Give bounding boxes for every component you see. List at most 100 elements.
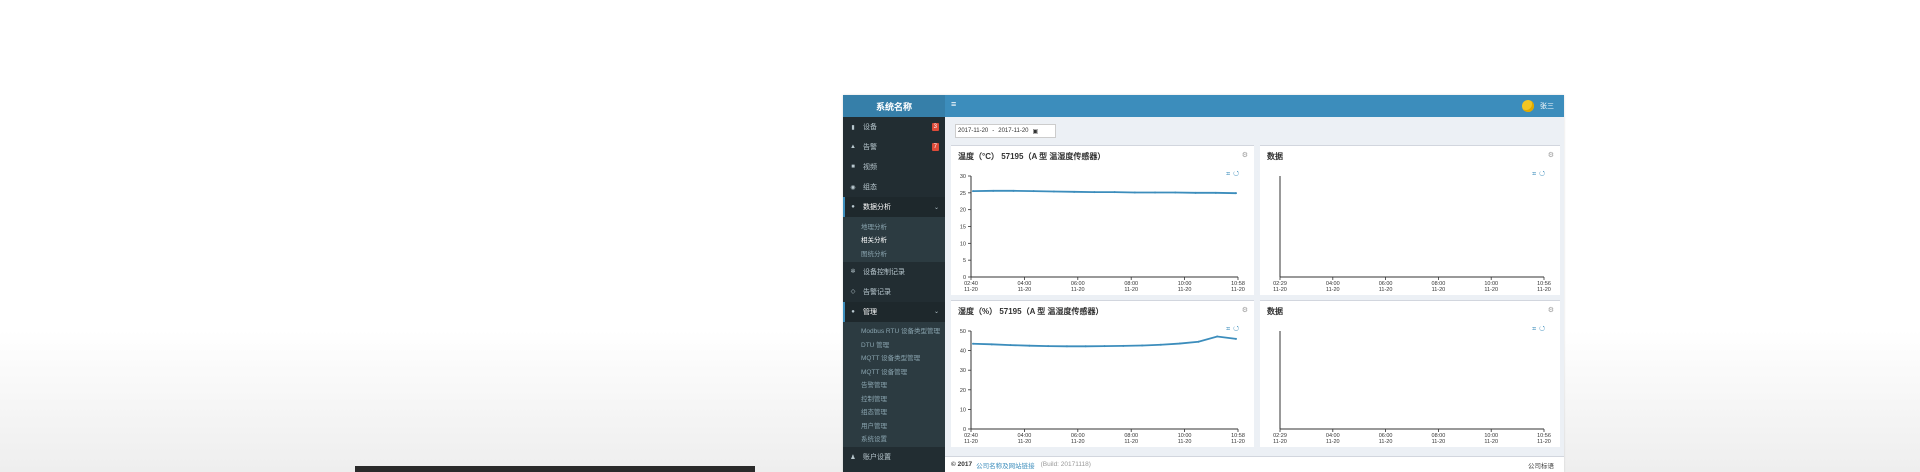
build-version: (Build: 20171118) — [1040, 461, 1091, 468]
data-point — [1154, 191, 1157, 194]
y-tick-label: 10 — [960, 407, 966, 413]
user-menu[interactable]: 张三 — [1522, 100, 1554, 112]
submenu-item[interactable]: 告警管理 — [843, 378, 945, 392]
card-title: 湿度（%） 57195（A 型 温湿度传感器） — [958, 307, 1104, 316]
chevron-down-icon: ⌄ — [933, 204, 939, 211]
submenu-item[interactable]: 组态管理 — [843, 405, 945, 419]
y-tick-label: 0 — [963, 427, 966, 433]
x-tick-label: 11-20 — [1071, 287, 1085, 293]
x-tick-label: 11-20 — [1231, 439, 1245, 445]
y-tick-label: 10 — [960, 241, 966, 247]
sidebar-item-account[interactable]: ♟ 账户设置 — [843, 447, 945, 467]
submenu-item[interactable]: 系统设置 — [843, 432, 945, 446]
submenu-item[interactable]: 用户管理 — [843, 418, 945, 432]
submenu-item[interactable]: 地理分析 — [843, 219, 945, 233]
sidebar-item-management[interactable]: ● 管理 ⌄ — [843, 301, 945, 322]
sidebar-item-alarm[interactable]: ▲ 告警 7 — [843, 137, 945, 157]
background-strip — [355, 466, 755, 472]
gear-icon[interactable]: ⚙ — [1242, 306, 1248, 314]
footer-slogan: 公司标语 — [1528, 462, 1554, 470]
x-tick-label: 11-20 — [1178, 439, 1192, 445]
server-icon: ▮ — [851, 124, 855, 131]
x-tick-label: 11-20 — [964, 439, 978, 445]
main-content: 2017-11-20 - 2017-11-20 ▣ 02:40 11-20 04:0… — [945, 117, 1564, 472]
chevron-down-icon: ⌄ — [933, 309, 939, 315]
data-point — [1174, 191, 1177, 194]
x-tick-label: 11-20 — [1379, 287, 1393, 293]
y-tick-label: 15 — [960, 225, 966, 231]
chart-toolbox[interactable]: ⌗↺ — [1532, 326, 1548, 334]
restore-icon[interactable]: ↺ — [1539, 326, 1548, 333]
restore-icon[interactable]: ↺ — [1233, 171, 1242, 178]
gear-icon[interactable]: ⚙ — [1548, 151, 1554, 159]
copyright: © 2017 — [951, 461, 973, 468]
sidebar-item-video[interactable]: ■ 视频 — [843, 157, 945, 177]
x-tick-label: 11-20 — [1326, 439, 1340, 445]
x-tick-label: 11-20 — [1537, 439, 1551, 445]
series-line — [972, 335, 1237, 348]
x-tick-label: 11-20 — [1379, 439, 1393, 445]
sidebar-item-device[interactable]: ▮ 设备 3 — [843, 117, 945, 137]
date-range-picker[interactable]: 2017-11-20 - 2017-11-20 ▣ — [955, 124, 1056, 138]
alarm-count-badge: 7 — [931, 143, 939, 151]
series-line — [972, 189, 1237, 195]
data-point — [990, 343, 993, 346]
pie-chart-icon: ● — [851, 204, 855, 210]
x-tick-label: 11-20 — [964, 287, 978, 293]
sidebar-item-label: 告警 — [863, 144, 877, 151]
data-point — [972, 342, 974, 345]
x-tick-label: 11-20 — [1326, 287, 1340, 293]
calendar-icon: ▣ — [1032, 128, 1039, 135]
submenu-item[interactable]: MQTT 设备管理 — [843, 364, 945, 378]
chart-toolbox[interactable]: ⌗↺ — [1532, 171, 1548, 179]
company-link[interactable]: 公司名称及网站链接 — [976, 460, 1035, 470]
data-chart-2: 02:2911-2004:0011-2006:0011-2008:0011-20… — [1273, 331, 1551, 445]
start-date: 2017-11-20 — [958, 128, 989, 134]
brand-logo[interactable]: 系统名称 — [843, 95, 945, 117]
x-tick-label: 11-20 — [1071, 439, 1085, 445]
data-point — [1133, 191, 1136, 194]
data-point — [1141, 344, 1144, 347]
x-tick-label: 11-20 — [1537, 287, 1551, 293]
sidebar-item-label: 管理 — [863, 308, 877, 316]
sidebar-item-data-analysis[interactable]: ● 数据分析 ⌄ — [843, 197, 945, 217]
restore-icon[interactable]: ↺ — [1233, 326, 1242, 333]
x-tick-label: 11-20 — [1273, 439, 1287, 445]
data-point — [1047, 345, 1050, 348]
y-tick-label: 5 — [963, 258, 966, 264]
chart-toolbox[interactable]: ⌗↺ — [1226, 326, 1242, 334]
sidebar-item-alarm-log[interactable]: ◇ 告警记录 — [843, 282, 945, 302]
y-tick-label: 20 — [960, 208, 966, 214]
submenu-item[interactable]: 控制管理 — [843, 391, 945, 405]
x-tick-label: 11-20 — [1124, 439, 1138, 445]
data-point — [992, 189, 995, 192]
submenu-item-active[interactable]: 相关分析 — [843, 233, 945, 247]
card-title: 温度（°C） 57195（A 型 温湿度传感器） — [958, 152, 1106, 161]
sidebar-item-label: 账户设置 — [863, 454, 891, 461]
chart-card-humidity: 02:40 11-20 04:00 11-20 06:00 11-20 08:00 11-20… — [951, 300, 1254, 447]
device-count-badge: 3 — [931, 123, 939, 131]
gear-icon[interactable]: ⚙ — [1548, 306, 1554, 314]
sidebar-item-help[interactable]: ? 帮助 — [843, 467, 945, 472]
chart-card-temperature: 02:40 11-20 04:00 11-20 06:00 11-20 08:00 11-20… — [951, 145, 1254, 295]
restore-icon[interactable]: ↺ — [1539, 171, 1548, 178]
data-point — [1052, 190, 1055, 193]
x-tick-label: 11-20 — [1124, 287, 1138, 293]
x-tick-label: 11-20 — [1432, 287, 1446, 293]
hamburger-menu-icon[interactable]: ≡ — [951, 99, 956, 109]
data-point — [1073, 190, 1076, 193]
data-point — [1159, 343, 1162, 346]
submenu-item[interactable]: DTU 管理 — [843, 337, 945, 351]
y-tick-label: 0 — [963, 275, 966, 281]
submenu-item[interactable]: Modbus RTU 设备类型管理 — [843, 324, 945, 338]
sidebar-item-control-log[interactable]: ✲ 设备控制记录 — [843, 262, 945, 282]
chart-toolbox[interactable]: ⌗↺ — [1226, 171, 1242, 179]
submenu-item[interactable]: MQTT 设备类型管理 — [843, 351, 945, 365]
gear-icon[interactable]: ⚙ — [1242, 151, 1248, 159]
settings-icon: ● — [851, 308, 855, 315]
sidebar-item-scada[interactable]: ◉ 组态 — [843, 177, 945, 197]
avatar — [1522, 100, 1534, 112]
submenu-item[interactable]: 图统分析 — [843, 246, 945, 260]
humidity-chart: 02:4011-2004:0011-2006:0011-2008:0011-20… — [960, 329, 1245, 445]
card-title: 数据 — [1267, 307, 1283, 316]
